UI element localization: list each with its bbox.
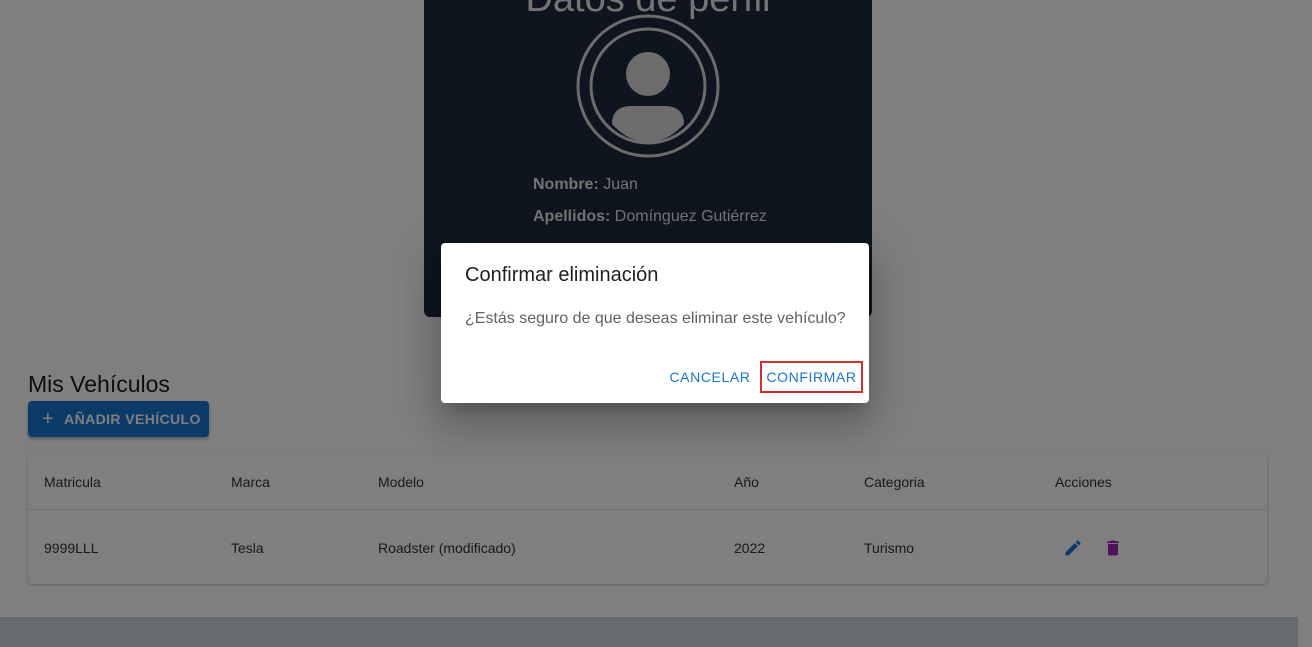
- dialog-title: Confirmar eliminación: [465, 264, 659, 286]
- confirm-delete-dialog: Confirmar eliminación ¿Estás seguro de q…: [441, 243, 869, 403]
- confirm-button[interactable]: CONFIRMAR: [760, 361, 863, 393]
- cancel-button[interactable]: CANCELAR: [665, 361, 755, 393]
- dialog-message: ¿Estás seguro de que deseas eliminar est…: [465, 310, 846, 327]
